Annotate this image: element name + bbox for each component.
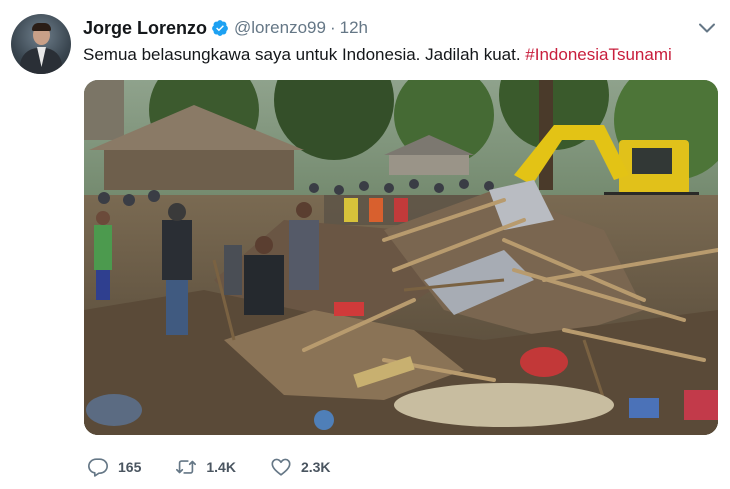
retweet-button[interactable]: 1.4K [175,456,236,478]
heart-icon [271,458,291,476]
tweet-body: Semua belasungkawa saya untuk Indonesia.… [83,45,526,64]
author-handle[interactable]: @lorenzo99 [234,18,326,38]
avatar-hair [32,23,51,31]
reply-icon [88,458,108,477]
chevron-down-icon[interactable] [698,21,716,35]
reply-button[interactable]: 165 [87,456,141,478]
tweet-photo[interactable] [84,80,718,435]
timestamp[interactable]: 12h [340,18,368,38]
avatar[interactable] [11,14,71,74]
tweet: Jorge Lorenzo @lorenzo99 · 12h Semua bel… [0,0,730,489]
tweet-text: Semua belasungkawa saya untuk Indonesia.… [83,44,672,66]
verified-badge-icon [212,20,228,36]
like-count: 2.3K [300,459,331,475]
like-button[interactable]: 2.3K [270,456,331,478]
retweet-count: 1.4K [206,459,236,475]
reply-count: 165 [118,459,142,475]
separator-dot: · [329,18,336,37]
tweet-header: Jorge Lorenzo @lorenzo99 · 12h [83,15,368,41]
retweet-icon [176,460,197,474]
author-name[interactable]: Jorge Lorenzo [83,18,207,39]
tsunami-debris-photo [84,80,718,435]
hashtag-link[interactable]: #IndonesiaTsunami [525,45,671,64]
tweet-actions: 165 1.4K 2.3K [87,455,365,479]
